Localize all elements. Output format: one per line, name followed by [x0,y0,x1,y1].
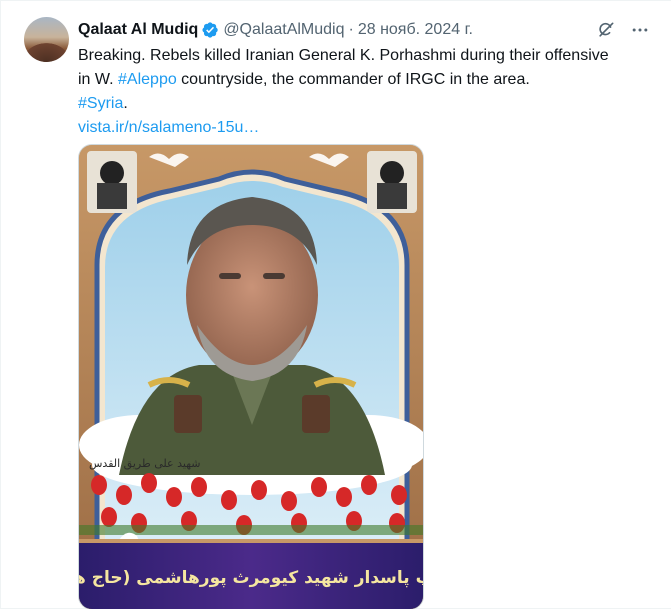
tweet-text-line: #Syria. [78,92,658,116]
tweet-text-line: Breaking. Rebels killed Iranian General … [78,44,658,68]
tweet-text-segment: Breaking. Rebels killed Iranian General … [78,47,609,64]
tweet-media-image[interactable]: شهید علی طریق القدس سرتیپ پاسدار شهید کی… [78,144,424,609]
tweet-card[interactable]: Qalaat Al Mudiq @QalaatAlMudiq · 28 нояб… [0,0,671,609]
external-link[interactable]: vista.ir/n/salameno-15u… [78,119,259,136]
tweet-text-segment: . [123,95,128,112]
grok-icon[interactable] [595,19,617,41]
author-name[interactable]: Qalaat Al Mudiq [78,21,198,39]
header-actions [595,19,651,41]
separator-dot: · [348,21,354,38]
tweet-text-line: vista.ir/n/salameno-15u… [78,116,658,140]
hashtag-syria-link[interactable]: #Syria [78,95,123,112]
tweet-date[interactable]: 28 нояб. 2024 г. [358,21,473,39]
author-avatar[interactable] [24,17,69,62]
poster-illustration: شهید علی طریق القدس سرتیپ پاسدار شهید کی… [79,145,424,609]
tweet-text-segment: countryside, the commander of IRGC in th… [176,71,530,88]
author-handle[interactable]: @QalaatAlMudiq [223,21,344,39]
verified-badge-icon [201,21,219,39]
tweet-text-line: in W. #Aleppo countryside, the commander… [78,68,658,92]
tweet-text: Breaking. Rebels killed Iranian General … [78,44,658,140]
poster-banner-text: سرتیپ پاسدار شهید کیومرث پورهاشمی (حاج ه… [79,568,424,588]
tweet-text-segment: in W. [78,71,119,88]
tweet-header: Qalaat Al Mudiq @QalaatAlMudiq · 28 нояб… [78,19,651,41]
poster-caption-small: شهید علی طریق القدس [89,457,200,471]
more-icon[interactable] [629,19,651,41]
hashtag-aleppo-link[interactable]: #Aleppo [118,71,177,88]
